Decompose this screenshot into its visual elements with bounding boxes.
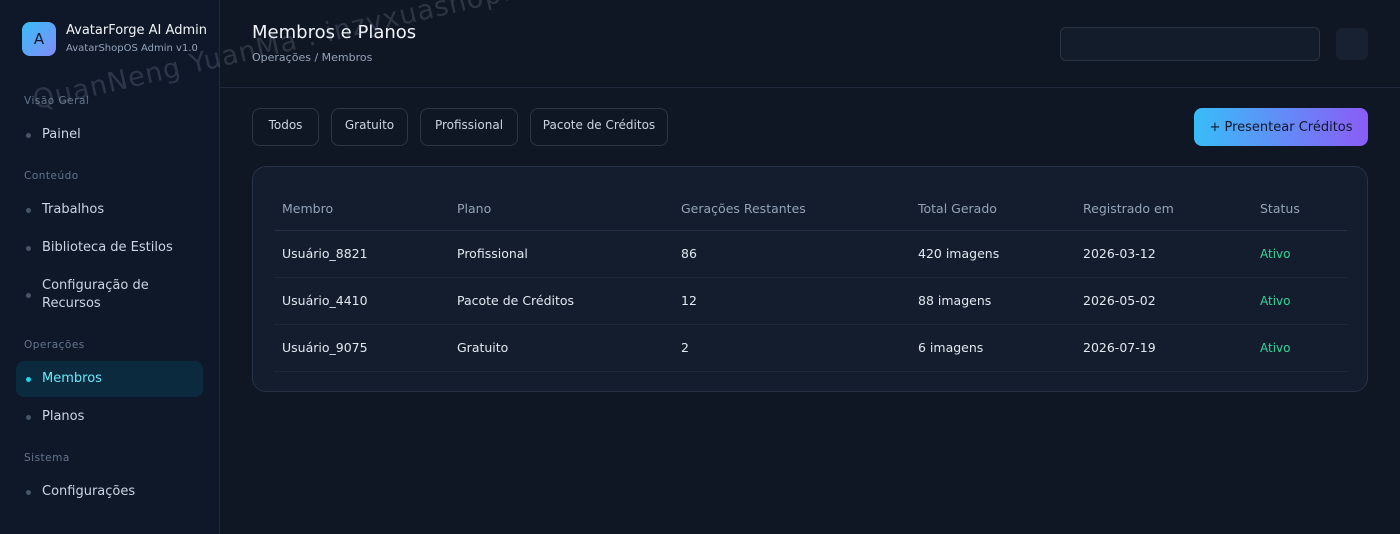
cell-plan: Gratuito xyxy=(449,324,673,372)
section-label-operations: Operações xyxy=(24,339,85,351)
section-label-system: Sistema xyxy=(24,452,70,464)
table-row[interactable]: Usuário_9075 Gratuito 2 6 imagens 2026-0… xyxy=(274,324,1347,372)
bullet-icon xyxy=(26,132,31,138)
bullet-icon xyxy=(26,489,31,495)
section-label-content: Conteúdo xyxy=(24,170,79,182)
table-row[interactable]: Usuário_4410 Pacote de Créditos 12 88 im… xyxy=(274,277,1347,325)
cell-registered: 2026-05-02 xyxy=(1075,277,1252,325)
column-header-status[interactable]: Status xyxy=(1252,187,1347,231)
bullet-icon xyxy=(26,414,31,420)
cell-remaining: 2 xyxy=(673,324,910,372)
brand-subtitle: AvatarShopOS Admin v1.0 xyxy=(66,43,198,54)
cell-remaining: 12 xyxy=(673,277,910,325)
cell-total: 88 imagens xyxy=(910,277,1075,325)
sidebar-item-planos[interactable]: Planos xyxy=(16,407,203,427)
brand-title: AvatarForge AI Admin xyxy=(66,23,207,38)
sidebar-item-label: Biblioteca de Estilos xyxy=(42,240,173,255)
cell-member: Usuário_9075 xyxy=(274,324,449,372)
bullet-icon xyxy=(26,245,31,251)
members-card: Membro Plano Gerações Restantes Total Ge… xyxy=(252,166,1368,392)
column-header-total-gerado[interactable]: Total Gerado xyxy=(910,187,1075,231)
sidebar-item-label: Membros xyxy=(42,371,102,386)
cell-registered: 2026-07-19 xyxy=(1075,324,1252,372)
filter-pacote-de-creditos[interactable]: Pacote de Créditos xyxy=(530,108,668,146)
header-icon-button[interactable] xyxy=(1336,28,1368,60)
sidebar-item-painel[interactable]: Painel xyxy=(16,125,203,145)
sidebar-item-label: Configurações xyxy=(42,484,136,499)
sidebar-item-trabalhos[interactable]: Trabalhos xyxy=(16,200,203,220)
sidebar-item-biblioteca-de-estilos[interactable]: Biblioteca de Estilos xyxy=(16,238,203,258)
cell-total: 6 imagens xyxy=(910,324,1075,372)
status-badge: Ativo xyxy=(1252,277,1347,325)
brand: A AvatarForge AI Admin AvatarShopOS Admi… xyxy=(22,22,207,56)
cell-plan: Pacote de Créditos xyxy=(449,277,673,325)
status-badge: Ativo xyxy=(1252,230,1347,278)
cell-plan: Profissional xyxy=(449,230,673,278)
bullet-icon xyxy=(26,376,31,382)
sidebar-item-label: Planos xyxy=(42,409,85,424)
cell-registered: 2026-03-12 xyxy=(1075,230,1252,278)
sidebar-item-membros[interactable]: Membros xyxy=(16,361,203,397)
table-row[interactable]: Usuário_8821 Profissional 86 420 imagens… xyxy=(274,230,1347,278)
brand-logo: A xyxy=(22,22,56,56)
cell-member: Usuário_4410 xyxy=(274,277,449,325)
gift-credits-button[interactable]: + Presentear Créditos xyxy=(1194,108,1368,146)
sidebar-item-configuracoes[interactable]: Configurações xyxy=(16,482,203,502)
column-header-membro[interactable]: Membro xyxy=(274,187,449,231)
cell-total: 420 imagens xyxy=(910,230,1075,278)
sidebar: A AvatarForge AI Admin AvatarShopOS Admi… xyxy=(0,0,220,534)
status-badge: Ativo xyxy=(1252,324,1347,372)
column-header-plano[interactable]: Plano xyxy=(449,187,673,231)
cell-member: Usuário_8821 xyxy=(274,230,449,278)
bullet-icon xyxy=(26,292,31,298)
filter-gratuito[interactable]: Gratuito xyxy=(331,108,408,146)
brand-text: AvatarForge AI Admin AvatarShopOS Admin … xyxy=(66,22,207,56)
breadcrumb: Operações / Membros xyxy=(252,51,373,64)
filter-todos[interactable]: Todos xyxy=(252,108,319,146)
page-header: Membros e Planos Operações / Membros xyxy=(220,0,1400,88)
sidebar-item-configuracao-de-recursos[interactable]: Configuração de Recursos xyxy=(16,276,176,314)
members-table: Membro Plano Gerações Restantes Total Ge… xyxy=(274,187,1347,372)
sidebar-item-label: Painel xyxy=(42,127,81,142)
section-label-overview: Visão Geral xyxy=(24,95,90,107)
cell-remaining: 86 xyxy=(673,230,910,278)
column-header-registrado-em[interactable]: Registrado em xyxy=(1075,187,1252,231)
sidebar-item-label: Configuração de Recursos xyxy=(42,278,149,311)
column-header-geracoes-restantes[interactable]: Gerações Restantes xyxy=(673,187,910,231)
bullet-icon xyxy=(26,207,31,213)
table-header-row: Membro Plano Gerações Restantes Total Ge… xyxy=(274,187,1347,231)
sidebar-item-label: Trabalhos xyxy=(42,202,105,217)
filter-profissional[interactable]: Profissional xyxy=(420,108,518,146)
page-title: Membros e Planos xyxy=(252,22,417,43)
search-input[interactable] xyxy=(1060,27,1320,61)
